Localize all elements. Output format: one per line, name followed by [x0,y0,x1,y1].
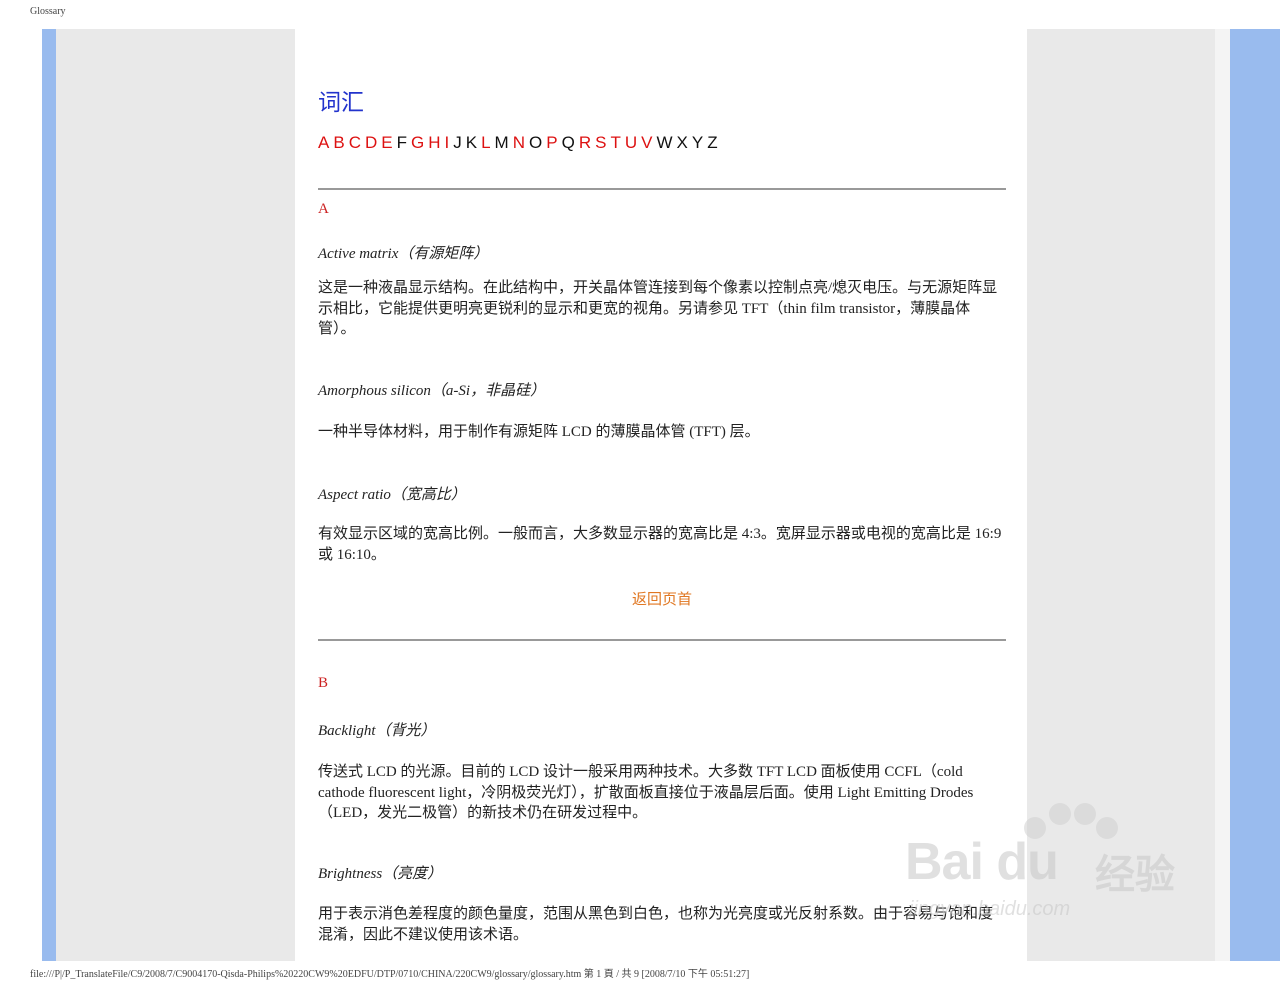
definition-backlight: 传送式 LCD 的光源。目前的 LCD 设计一般采用两种技术。大多数 TFT L… [318,764,974,821]
alpha-letter-x: X [676,133,688,152]
term-aspect-ratio: Aspect ratio（宽高比） [318,487,466,503]
baidu-jingyan-watermark: Bai du 经验 jingyan.baidu.com [905,798,1205,938]
alpha-letter-e[interactable]: E [381,133,392,152]
alpha-letter-a[interactable]: A [318,133,329,152]
alpha-letter-j: J [453,133,462,152]
term-active-matrix: Active matrix（有源矩阵） [318,246,489,262]
alpha-letter-k: K [465,133,478,152]
alpha-letter-d[interactable]: D [365,133,377,152]
alpha-letter-g[interactable]: G [411,133,424,152]
alpha-letter-w: W [656,133,673,152]
term-backlight: Backlight（背光） [318,723,436,739]
watermark-url: jingyan.baidu.com [909,898,1071,920]
section-letter-b: B [318,675,329,691]
section-letter-a: A [318,201,329,217]
back-to-top-link[interactable]: 返回页首 [318,588,1006,609]
section-divider [318,639,1006,641]
definition-active-matrix: 这是一种液晶显示结构。在此结构中，开关晶体管连接到每个像素以控制点亮/熄灭电压。… [318,280,998,337]
alpha-letter-q: Q [561,133,575,152]
alpha-letter-u[interactable]: U [625,133,637,152]
left-gray-margin [56,29,295,961]
alpha-letter-t[interactable]: T [610,133,620,152]
alpha-letter-c[interactable]: C [349,133,361,152]
alpha-letter-n[interactable]: N [513,133,525,152]
section-divider [318,188,1006,190]
alpha-letter-b[interactable]: B [333,133,344,152]
right-blue-bar [1230,29,1280,961]
alpha-letter-s[interactable]: S [595,133,606,152]
definition-brightness: 用于表示消色差程度的颜色量度，范围从黑色到白色，也称为光亮度或光反射系数。由于容… [318,906,994,943]
definition-aspect-ratio: 有效显示区域的宽高比例。一般而言，大多数显示器的宽高比是 4:3。宽屏显示器或电… [318,526,1002,563]
term-amorphous-silicon: Amorphous silicon（a-Si，非晶硅） [318,383,546,399]
watermark-brand: Bai du [905,833,1059,891]
alpha-letter-h[interactable]: H [428,133,440,152]
alpha-letter-r[interactable]: R [579,133,591,152]
alpha-letter-z: Z [707,133,718,152]
alpha-letter-i[interactable]: I [445,133,450,152]
alpha-letter-o: O [529,133,543,152]
print-header-title: Glossary [30,6,66,17]
page-title: 词汇 [318,90,364,115]
alphabet-index: ABCDEFGHIJKLMNOPQRSTUVWXYZ [318,133,722,153]
alpha-letter-f: F [396,133,407,152]
term-brightness: Brightness（亮度） [318,866,443,882]
watermark-cn: 经验 [1095,853,1175,897]
left-blue-bar [42,29,56,961]
alpha-letter-l[interactable]: L [481,133,490,152]
alpha-letter-y: Y [691,133,704,152]
definition-amorphous-silicon: 一种半导体材料，用于制作有源矩阵 LCD 的薄膜晶体管 (TFT) 层。 [318,424,760,440]
alpha-letter-p[interactable]: P [546,133,557,152]
right-light-strip [1215,29,1230,961]
alpha-letter-v[interactable]: V [641,133,652,152]
print-footer-path: file:///P|/P_TranslateFile/C9/2008/7/C90… [30,969,750,980]
alpha-letter-m: M [494,133,509,152]
